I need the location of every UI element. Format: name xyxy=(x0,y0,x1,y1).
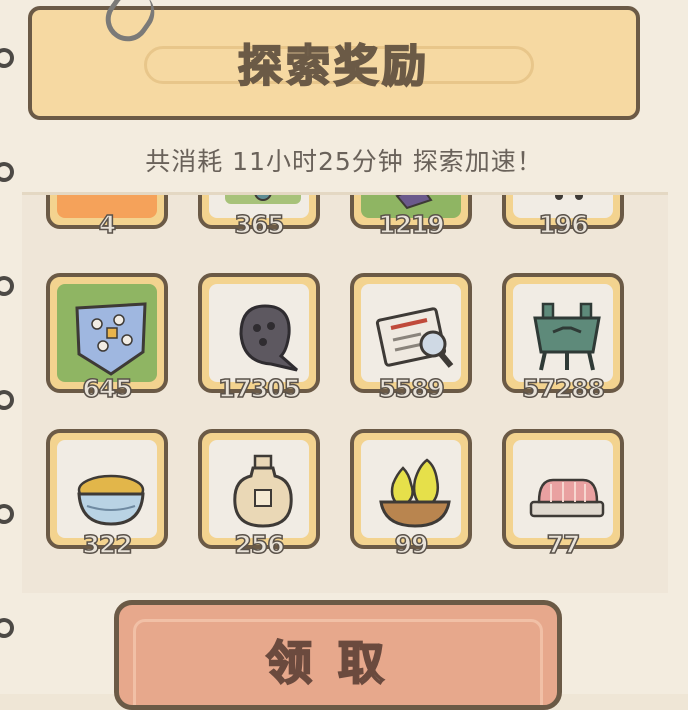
binder-ring xyxy=(0,48,14,68)
bronze-cauldron-icon xyxy=(533,302,601,371)
patterned-cloth-icon xyxy=(75,302,147,376)
binder-ring xyxy=(0,504,14,524)
binder-ring xyxy=(0,276,14,296)
reward-slot[interactable]: 99 xyxy=(350,429,472,560)
reward-count: 256 xyxy=(234,529,286,560)
reward-count: 77 xyxy=(546,529,581,560)
reward-slot[interactable]: 322 xyxy=(46,429,168,560)
reward-slot[interactable]: 17305 xyxy=(198,273,320,404)
reward-slot[interactable]: 1219 xyxy=(350,195,472,240)
binder-ring xyxy=(0,618,14,638)
reward-count: 365 xyxy=(234,209,286,240)
sliced-meat-icon xyxy=(529,478,605,518)
reward-slot[interactable]: 365 xyxy=(198,195,320,240)
grain-bowl-icon xyxy=(77,474,145,526)
rewards-scroll-area[interactable]: 4 365 1219 196 645 17305 5589 57288 322 … xyxy=(22,192,668,593)
wine-jar-icon xyxy=(233,454,293,528)
reward-slot[interactable]: 196 xyxy=(502,195,624,240)
reward-slot[interactable]: 256 xyxy=(198,429,320,560)
reward-slot[interactable]: 645 xyxy=(46,273,168,404)
claim-button-label: 领取 xyxy=(265,635,410,691)
binder-ring xyxy=(0,390,14,410)
pear-basket-icon xyxy=(379,458,451,528)
time-summary: 共消耗 11小时25分钟 探索加速！ xyxy=(145,147,543,176)
reward-count: 645 xyxy=(82,373,134,404)
reward-slot[interactable]: 57288 xyxy=(502,273,624,404)
reward-count: 322 xyxy=(82,529,134,560)
reward-slot[interactable]: 77 xyxy=(502,429,624,560)
reward-count: 1219 xyxy=(377,209,445,240)
reward-count: 57288 xyxy=(521,373,605,404)
dark-tadpole-icon xyxy=(239,304,298,372)
reward-count: 196 xyxy=(538,209,590,240)
newspaper-magnifier-icon xyxy=(375,307,454,368)
reward-slot[interactable]: 5589 xyxy=(350,273,472,404)
reward-count: 5589 xyxy=(377,373,445,404)
reward-count: 99 xyxy=(394,529,429,560)
reward-slot[interactable]: 4 xyxy=(46,195,168,240)
reward-count: 17305 xyxy=(217,373,301,404)
reward-count: 4 xyxy=(98,209,117,240)
